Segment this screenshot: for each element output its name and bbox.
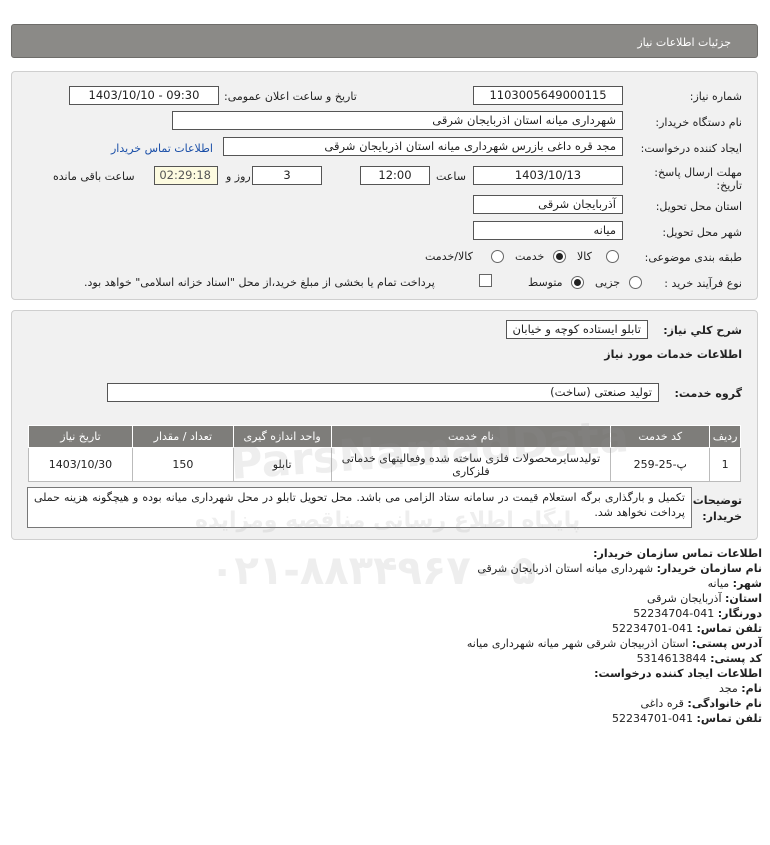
treasury-payment-checkbox[interactable] (479, 274, 492, 287)
need-number-label: شماره نیاز: (689, 90, 742, 103)
service-group-field[interactable]: تولید صنعتی (ساخت) (107, 383, 659, 402)
deadline-time-field[interactable]: 12:00 (360, 166, 430, 185)
col-header-quantity: تعداد / مقدار (131, 425, 234, 448)
services-table: ردیف کد خدمت نام خدمت واحد اندازه گیری ت… (28, 425, 741, 482)
deadline-label-line1: مهلت ارسال پاسخ: (654, 166, 742, 179)
contact-fax: دورنگار: 041-52234704 (633, 607, 762, 620)
service-group-label: گروه خدمت: (674, 387, 742, 400)
need-number-field[interactable]: 1103005649000115 (473, 86, 623, 105)
col-header-name: نام خدمت (330, 425, 612, 448)
buyer-note-label-line2: خریدار: (702, 510, 742, 523)
category-goods-label: کالا (577, 250, 592, 263)
cell-service-name: تولیدسایرمحصولات فلزی ساخته شده وفعالیته… (330, 447, 612, 482)
city-label: شهر محل تحویل: (662, 226, 742, 239)
province-label: استان محل تحویل: (655, 200, 742, 213)
category-label: طبقه بندی موضوعی: (644, 251, 742, 264)
process-radio-minor[interactable] (629, 276, 642, 289)
process-label: نوع فرآیند خرید : (664, 277, 742, 290)
process-medium-label: متوسط (528, 276, 563, 289)
deadline-date-field[interactable]: 1403/10/13 (473, 166, 623, 185)
deadline-days-label: روز و (226, 170, 251, 183)
table-row[interactable]: 1 پ-25-259 تولیدسایرمحصولات فلزی ساخته ش… (28, 447, 741, 482)
summary-label: شرح کلي نیاز: (663, 324, 742, 337)
cell-row-number: 1 (709, 447, 741, 482)
remaining-time-field: 02:29:18 (154, 166, 218, 185)
deadline-label-line2: تاریخ: (716, 179, 742, 192)
col-header-code: کد خدمت (610, 425, 711, 448)
services-table-header: ردیف کد خدمت نام خدمت واحد اندازه گیری ت… (28, 425, 741, 448)
category-goods-service-label: کالا/خدمت (425, 250, 473, 263)
contact-postal: کد پستی: 5314613844 (636, 652, 762, 665)
announce-field[interactable]: 1403/10/10 - 09:30 (69, 86, 219, 105)
creator-heading: اطلاعات ایجاد کننده درخواست: (594, 667, 762, 680)
cell-need-date: 1403/10/30 (28, 447, 133, 482)
cell-unit: تابلو (232, 447, 332, 482)
buyer-note-field: تکمیل و بارگذاری برگه استعلام قیمت در سا… (27, 487, 692, 528)
col-header-row: ردیف (709, 425, 741, 448)
announce-label: تاریخ و ساعت اعلان عمومی: (224, 90, 357, 103)
page-header: جزئیات اطلاعات نیاز (11, 24, 758, 58)
col-header-unit: واحد اندازه گیری (232, 425, 332, 448)
contact-address: آدرس پستی: استان اذربیجان شرقی شهر میانه… (466, 637, 762, 650)
creator-phone: تلفن تماس: 041-52234701 (612, 712, 762, 725)
treasury-payment-label: پرداخت تمام یا بخشی از مبلغ خرید،از محل … (84, 276, 435, 289)
contact-phone: تلفن تماس: 041-52234701 (612, 622, 762, 635)
creator-label: ایجاد کننده درخواست: (640, 142, 742, 155)
contact-city: شهر: میانه (707, 577, 762, 590)
deadline-days-field[interactable]: 3 (252, 166, 322, 185)
summary-field[interactable]: تابلو ایستاده کوچه و خیابان (506, 320, 648, 339)
category-service-label: خدمت (515, 250, 545, 263)
creator-family: نام خانوادگی: قره داغی (640, 697, 762, 710)
cell-service-code: پ-25-259 (610, 447, 711, 482)
process-minor-label: جزیی (595, 276, 621, 289)
cell-quantity: 150 (131, 447, 234, 482)
category-radio-goods[interactable] (606, 250, 619, 263)
process-radio-medium[interactable] (571, 276, 584, 289)
col-header-date: تاریخ نیاز (28, 425, 133, 448)
services-heading: اطلاعات خدمات مورد نیاز (604, 348, 742, 361)
remaining-time-label: ساعت باقی مانده (53, 170, 135, 183)
page-title: جزئیات اطلاعات نیاز (637, 36, 731, 49)
contact-province: استان: آذربایجان شرقی (647, 592, 762, 605)
buyer-label: نام دستگاه خریدار: (655, 116, 742, 129)
creator-name: نام: مجد (718, 682, 762, 695)
category-radio-goods-service[interactable] (491, 250, 504, 263)
buyer-note-label-line1: توضیحات (692, 494, 742, 507)
deadline-time-label: ساعت (436, 170, 466, 183)
contact-heading: اطلاعات تماس سازمان خریدار: (593, 547, 762, 560)
contact-org: نام سازمان خریدار: شهرداری میانه استان ا… (477, 562, 762, 575)
category-radio-service[interactable] (553, 250, 566, 263)
city-field[interactable]: میانه (473, 221, 623, 240)
creator-field[interactable]: مجد قره داغی بازرس شهرداری میانه استان ا… (223, 137, 623, 156)
province-field[interactable]: آذربایجان شرقی (473, 195, 623, 214)
buyer-field[interactable]: شهرداری میانه استان اذربایجان شرقی (172, 111, 623, 130)
details-panel (11, 71, 758, 300)
buyer-contact-link[interactable]: اطلاعات تماس خریدار (111, 142, 213, 155)
